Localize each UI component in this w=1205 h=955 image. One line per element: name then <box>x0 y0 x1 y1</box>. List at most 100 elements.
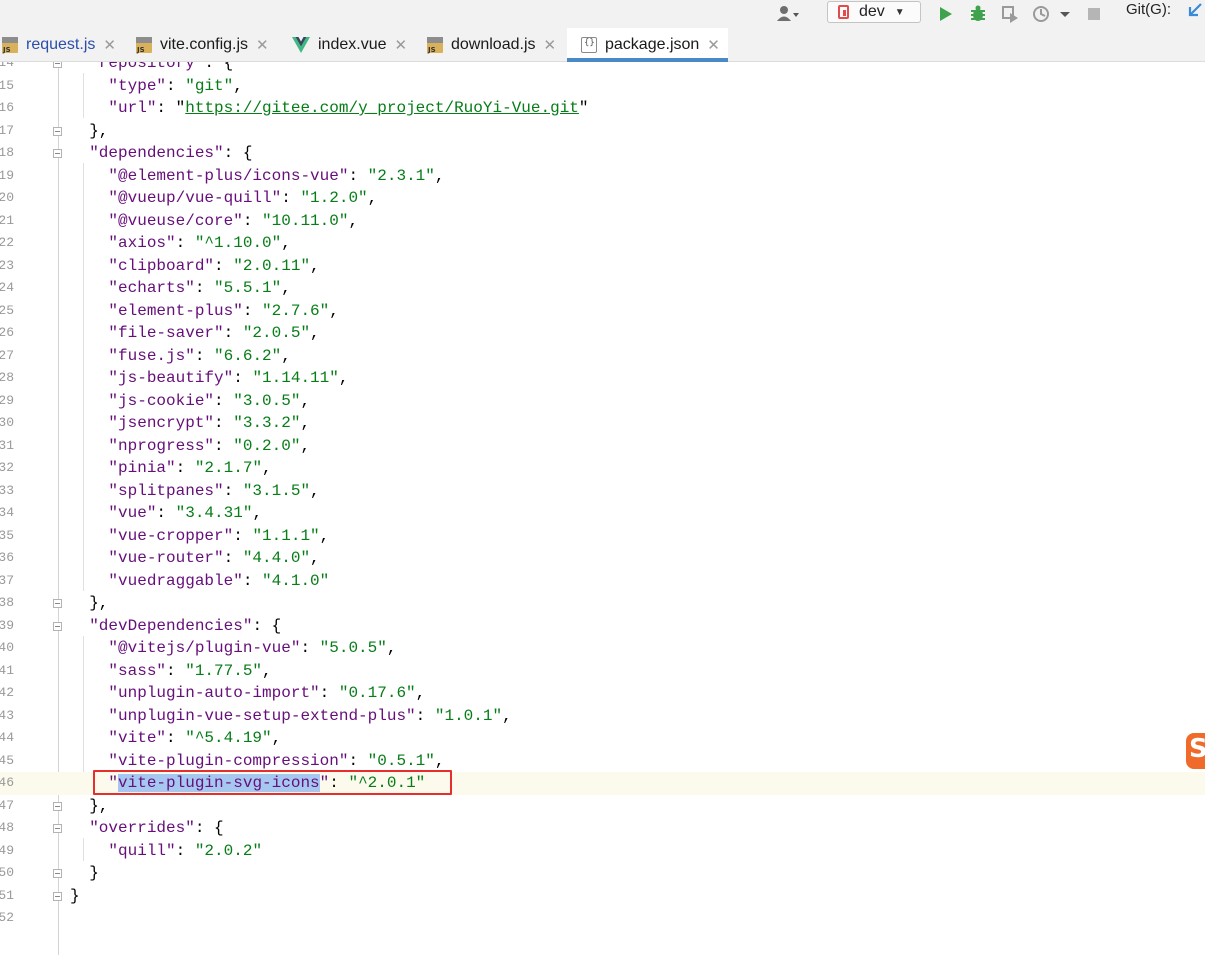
fold-toggle-icon[interactable] <box>53 599 62 608</box>
close-icon[interactable]: ✕ <box>544 36 557 54</box>
code-line[interactable]: 29 "js-cookie": "3.0.5", <box>0 390 1205 413</box>
run-icon[interactable] <box>938 0 954 28</box>
code-line[interactable]: 50 } <box>0 862 1205 885</box>
code-line[interactable]: 45 "vite-plugin-compression": "0.5.1", <box>0 750 1205 773</box>
code-line[interactable]: 40 "@vitejs/plugin-vue": "5.0.5", <box>0 637 1205 660</box>
line-number: 35 <box>0 527 14 543</box>
line-number: 14 <box>0 62 14 70</box>
code-line[interactable]: 14 "repository": { <box>0 62 1205 75</box>
line-number: 37 <box>0 572 14 588</box>
code-line[interactable]: 41 "sass": "1.77.5", <box>0 660 1205 683</box>
code-line[interactable]: 36 "vue-router": "4.4.0", <box>0 547 1205 570</box>
coverage-icon[interactable] <box>1000 0 1020 28</box>
fold-toggle-icon[interactable] <box>53 824 62 833</box>
code-line[interactable]: 22 "axios": "^1.10.0", <box>0 232 1205 255</box>
profile-icon[interactable] <box>1032 0 1054 28</box>
code-line[interactable]: 30 "jsencrypt": "3.3.2", <box>0 412 1205 435</box>
code-line[interactable]: 52 <box>0 907 1205 930</box>
close-icon[interactable]: ✕ <box>103 36 116 54</box>
tab-vite-config-js[interactable]: vite.config.js ✕ <box>136 28 269 61</box>
user-icon[interactable] <box>776 0 800 28</box>
code-text: "vite": "^5.4.19", <box>108 729 282 747</box>
code-line[interactable]: 37 "vuedraggable": "4.1.0" <box>0 570 1205 593</box>
vcs-update-icon[interactable] <box>1186 0 1204 20</box>
code-line[interactable]: 25 "element-plus": "2.7.6", <box>0 300 1205 323</box>
code-text: "devDependencies": { <box>89 616 282 635</box>
tab-index-vue[interactable]: index.vue ✕ <box>292 28 407 61</box>
branch-selector[interactable]: dev ▼ <box>827 1 921 23</box>
code-line[interactable]: 23 "clipboard": "2.0.11", <box>0 255 1205 278</box>
line-number: 23 <box>0 257 14 273</box>
code-line[interactable]: 24 "echarts": "5.5.1", <box>0 277 1205 300</box>
code-line[interactable]: 47 }, <box>0 795 1205 818</box>
code-text: "splitpanes": "3.1.5", <box>108 481 320 500</box>
code-line[interactable]: 16 "url": "https://gitee.com/y_project/R… <box>0 97 1205 120</box>
line-number: 45 <box>0 752 14 768</box>
close-icon[interactable]: ✕ <box>256 36 269 54</box>
code-line[interactable]: 17 }, <box>0 120 1205 143</box>
code-text: "js-cookie": "3.0.5", <box>108 391 311 410</box>
tab-label: request.js <box>26 35 96 53</box>
close-icon[interactable]: ✕ <box>395 36 408 54</box>
code-line[interactable]: 44 "vite": "^5.4.19", <box>0 727 1205 750</box>
fold-toggle-icon[interactable] <box>53 869 62 878</box>
code-line[interactable]: 21 "@vueuse/core": "10.11.0", <box>0 210 1205 233</box>
code-text: "url": "https://gitee.com/y_project/RuoY… <box>108 99 589 117</box>
code-line[interactable]: 35 "vue-cropper": "1.1.1", <box>0 525 1205 548</box>
code-line[interactable]: 28 "js-beautify": "1.14.11", <box>0 367 1205 390</box>
code-line[interactable]: 27 "fuse.js": "6.6.2", <box>0 345 1205 368</box>
stop-icon[interactable] <box>1087 0 1101 28</box>
code-line[interactable]: 42 "unplugin-auto-import": "0.17.6", <box>0 682 1205 705</box>
code-text: } <box>70 864 99 882</box>
code-line[interactable]: 18 "dependencies": { <box>0 142 1205 165</box>
fold-toggle-icon[interactable] <box>53 149 62 158</box>
line-number: 43 <box>0 707 14 723</box>
code-line[interactable]: 33 "splitpanes": "3.1.5", <box>0 480 1205 503</box>
code-text: "fuse.js": "6.6.2", <box>108 346 291 365</box>
code-editor[interactable]: 14 "repository": {15 "type": "git", 16 "u… <box>0 62 1205 955</box>
line-number: 50 <box>0 865 14 880</box>
tab-request-js[interactable]: request.js ✕ <box>2 28 116 61</box>
code-line[interactable]: 19 "@element-plus/icons-vue": "2.3.1", <box>0 165 1205 188</box>
code-line[interactable]: 32 "pinia": "2.1.7", <box>0 457 1205 480</box>
code-line[interactable]: 31 "nprogress": "0.2.0", <box>0 435 1205 458</box>
code-line[interactable]: 38 }, <box>0 592 1205 615</box>
fold-toggle-icon[interactable] <box>53 62 62 68</box>
debug-icon[interactable] <box>968 0 988 28</box>
line-number: 39 <box>0 617 14 633</box>
js-file-icon <box>2 36 18 54</box>
fold-toggle-icon[interactable] <box>53 621 62 631</box>
code-line[interactable]: 26 "file-saver": "2.0.5", <box>0 322 1205 345</box>
ime-status-icon[interactable] <box>1186 733 1205 769</box>
close-icon[interactable]: ✕ <box>707 36 720 54</box>
fold-toggle-icon[interactable] <box>53 891 62 901</box>
tab-download-js[interactable]: download.js ✕ <box>427 28 556 61</box>
branch-name: dev <box>859 3 885 20</box>
code-line[interactable]: 34 "vue": "3.4.31", <box>0 502 1205 525</box>
code-line[interactable]: 43 "unplugin-vue-setup-extend-plus": "1.… <box>0 705 1205 728</box>
code-text: "unplugin-vue-setup-extend-plus": "1.0.1… <box>108 706 512 725</box>
fold-toggle-icon[interactable] <box>53 801 62 811</box>
code-line[interactable]: 20 "@vueup/vue-quill": "1.2.0", <box>0 187 1205 210</box>
code-text: "vue": "3.4.31", <box>108 504 263 522</box>
chevron-down-icon[interactable] <box>1059 0 1071 28</box>
code-text: "unplugin-auto-import": "0.17.6", <box>108 684 426 702</box>
line-number: 16 <box>0 100 14 115</box>
code-text: "@vueuse/core": "10.11.0", <box>108 211 359 230</box>
highlight-annotation-box <box>93 770 452 795</box>
code-line[interactable]: 51} <box>0 885 1205 908</box>
code-line[interactable]: 49 "quill": "2.0.2" <box>0 840 1205 863</box>
line-number: 17 <box>0 122 14 138</box>
line-number: 30 <box>0 415 14 430</box>
code-line[interactable]: 39 "devDependencies": { <box>0 615 1205 638</box>
code-line[interactable]: 15 "type": "git", <box>0 75 1205 98</box>
code-text: "@element-plus/icons-vue": "2.3.1", <box>108 166 445 185</box>
toolbar: dev ▼ Git(G): <box>0 0 1205 28</box>
line-number: 27 <box>0 347 14 363</box>
fold-toggle-icon[interactable] <box>53 126 62 136</box>
code-line[interactable]: 48 "overrides": { <box>0 817 1205 840</box>
code-text: } <box>70 886 80 905</box>
tab-package-json[interactable]: package.json ✕ <box>567 28 728 62</box>
line-number: 19 <box>0 167 14 183</box>
line-number: 15 <box>0 77 14 93</box>
